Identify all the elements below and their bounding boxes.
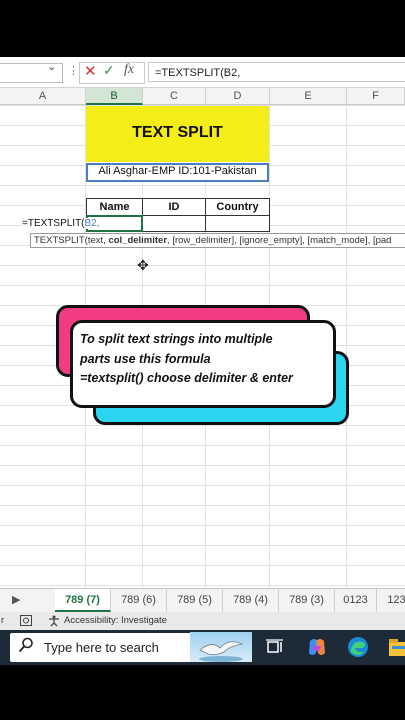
gridline [346,105,347,588]
tab-0123[interactable]: 0123 [335,589,377,612]
header-name[interactable]: Name [86,198,143,216]
accessibility-icon[interactable] [48,615,60,627]
formula-bar: ⌄ ⋮ ✕ ✓ fx =TEXTSPLIT(B2, [0,57,405,88]
enter-icon[interactable]: ✓ [103,62,115,79]
cell-id[interactable] [142,215,206,232]
tooltip-fn[interactable]: TEXTSPLIT(text, [34,235,108,246]
tooltip-current-arg[interactable]: col_delimiter [108,235,167,246]
copilot-icon[interactable] [304,634,330,660]
file-explorer-icon[interactable] [386,634,405,660]
sheet-tabs: ▶ 789 (7) 789 (6) 789 (5) 789 (4) 789 (3… [0,588,405,613]
function-tooltip: TEXTSPLIT(text, col_delimiter, [row_deli… [30,233,405,248]
callout-text: To split text strings into multiple part… [80,330,330,389]
tab-789-3[interactable]: 789 (3) [279,589,335,612]
more-icon: ⋮ [68,65,79,77]
search-highlight-image[interactable] [190,632,252,662]
tab-789-6[interactable]: 789 (6) [111,589,167,612]
insert-function-icon[interactable]: fx [124,62,134,78]
tab-789-7[interactable]: 789 (7) [55,589,111,612]
accessibility-status[interactable]: Accessibility: Investigate [64,612,167,630]
column-header-b[interactable]: B [86,88,143,105]
title-text: TEXT SPLIT [132,124,223,141]
worksheet-grid[interactable]: A B C D E F TEXT SPLIT Ali Asghar-EMP ID… [0,88,405,588]
macro-recorder-icon[interactable] [20,615,32,626]
tooltip-rest[interactable]: , [row_delimiter], [ignore_empty], [matc… [167,235,391,246]
header-id[interactable]: ID [142,198,206,216]
task-view-icon[interactable] [263,634,289,660]
status-bar: r Accessibility: Investigate [0,612,405,630]
formula-ref: B2, [84,218,100,229]
search-icon [18,637,34,658]
status-fragment: r [1,615,5,626]
tab-123[interactable]: 123 [377,589,405,612]
column-header-e[interactable]: E [270,88,347,105]
column-header-c[interactable]: C [143,88,206,105]
tab-789-4[interactable]: 789 (4) [223,589,279,612]
column-header-f[interactable]: F [347,88,405,105]
column-header-a[interactable]: A [0,88,86,105]
callout-line: parts use this formula [80,351,211,366]
formula-input[interactable]: =TEXTSPLIT(B2, [148,62,405,82]
cell-cursor-icon: ✥ [137,257,149,273]
tab-789-5[interactable]: 789 (5) [167,589,223,612]
cancel-icon[interactable]: ✕ [84,62,97,80]
edge-icon[interactable] [345,634,371,660]
employee-text: Ali Asghar-EMP ID:101-Pakistan [98,165,257,177]
header-country[interactable]: Country [205,198,270,216]
tab-scroll-icon[interactable]: ▶ [12,593,20,606]
callout-line: To split text strings into multiple [80,332,273,346]
name-box-dropdown-icon[interactable]: ⌄ [47,60,56,73]
in-cell-formula[interactable]: =TEXTSPLIT(B2, [22,218,100,229]
formula-prefix: =TEXTSPLIT( [22,218,85,229]
callout-line: =textsplit() choose delimiter & enter [80,371,293,385]
cell-country[interactable] [205,215,270,232]
column-header-d[interactable]: D [206,88,270,105]
search-placeholder[interactable]: Type here to search [44,640,159,655]
